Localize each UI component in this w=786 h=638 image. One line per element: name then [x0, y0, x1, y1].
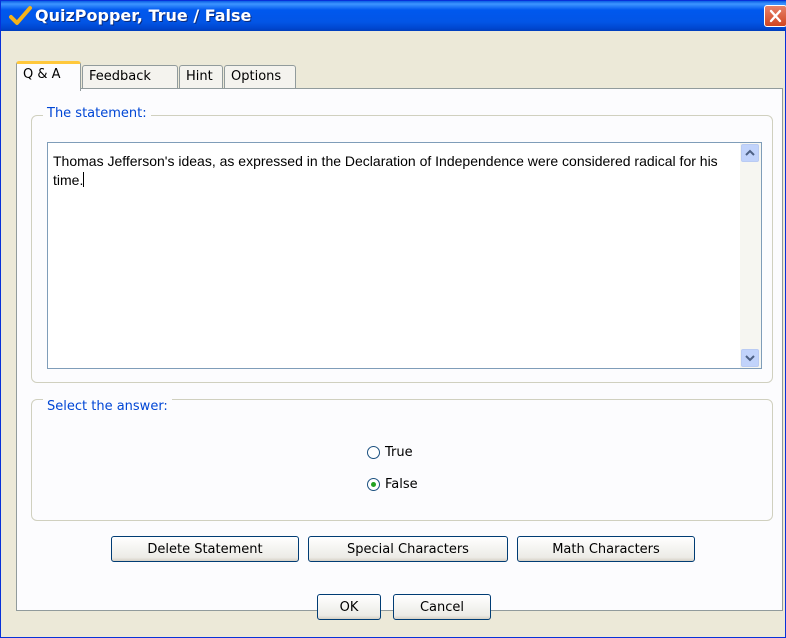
scroll-up-button[interactable] — [741, 144, 759, 162]
tab-label: Q & A — [23, 67, 61, 82]
radio-button-false[interactable] — [367, 478, 380, 491]
statement-group-label: The statement: — [43, 106, 151, 121]
radio-true[interactable]: True — [367, 445, 413, 460]
ok-button[interactable]: OK — [317, 594, 381, 620]
special-characters-button[interactable]: Special Characters — [308, 536, 508, 562]
radio-label-true: True — [385, 445, 413, 460]
title-bar[interactable]: QuizPopper, True / False — [1, 1, 786, 31]
radio-button-true[interactable] — [367, 446, 380, 459]
statement-scrollbar[interactable] — [740, 143, 761, 368]
text-caret — [83, 172, 85, 187]
statement-text[interactable]: Thomas Jefferson's ideas, as expressed i… — [53, 152, 723, 190]
statement-text-content: Thomas Jefferson's ideas, as expressed i… — [53, 153, 718, 188]
arrow-up-icon — [745, 149, 755, 156]
tab-options[interactable]: Options — [224, 65, 296, 89]
tab-label: Hint — [186, 69, 213, 84]
window-title: QuizPopper, True / False — [35, 6, 252, 25]
statement-textarea[interactable]: Thomas Jefferson's ideas, as expressed i… — [47, 142, 762, 369]
cancel-button[interactable]: Cancel — [393, 594, 491, 620]
answer-group-label: Select the answer: — [43, 399, 172, 414]
arrow-down-icon — [745, 355, 755, 362]
close-button[interactable] — [764, 5, 786, 27]
tab-label: Feedback — [89, 69, 151, 84]
tab-hint[interactable]: Hint — [179, 65, 223, 89]
math-characters-button[interactable]: Math Characters — [517, 536, 695, 562]
radio-false[interactable]: False — [367, 477, 418, 492]
radio-label-false: False — [385, 477, 418, 492]
tab-label: Options — [231, 69, 282, 84]
answer-group — [31, 399, 773, 521]
radio-selected-dot — [371, 482, 376, 487]
checkmark-icon — [9, 5, 33, 27]
quizpopper-dialog: QuizPopper, True / False Q & A Feedback … — [0, 0, 786, 638]
close-icon — [769, 9, 782, 23]
tab-q-and-a[interactable]: Q & A — [16, 61, 81, 91]
delete-statement-button[interactable]: Delete Statement — [111, 536, 299, 562]
scroll-down-button[interactable] — [741, 349, 759, 367]
tab-feedback[interactable]: Feedback — [82, 65, 178, 89]
